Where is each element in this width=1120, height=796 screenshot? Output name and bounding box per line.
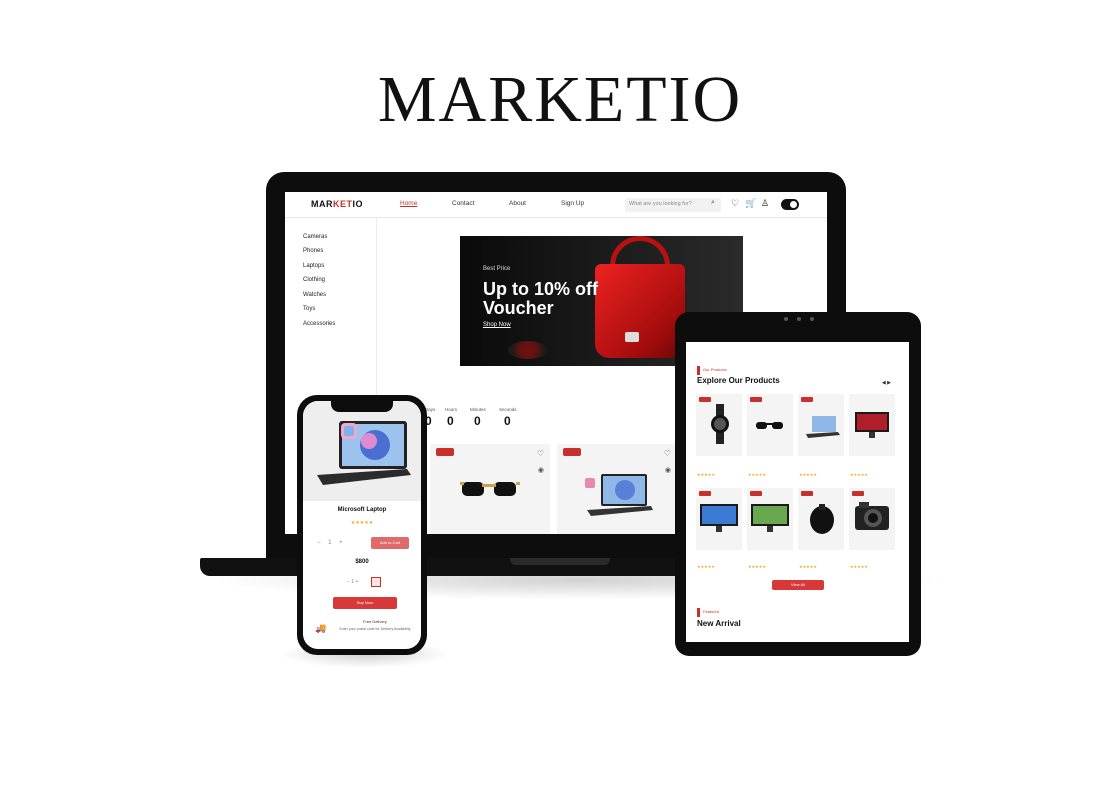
rating-stars: ★★★★★	[697, 564, 715, 569]
tablet-screen: Our Products Explore Our Products ◀ ▶ ★★…	[686, 342, 909, 642]
heart-icon[interactable]: ♡	[731, 198, 739, 209]
hero-headline: Up to 10% off Voucher	[483, 279, 598, 318]
category-item[interactable]: Phones	[303, 248, 323, 254]
discount-badge	[750, 491, 762, 496]
product-card[interactable]: ♡ ◉	[557, 444, 677, 534]
delivery-title: Free Delivery	[363, 619, 387, 624]
section-tag: Our Products	[703, 367, 727, 372]
rating-stars: ★★★★★	[748, 564, 766, 569]
product-card[interactable]	[696, 488, 742, 550]
theme-toggle[interactable]	[781, 199, 799, 210]
eye-icon[interactable]: ◉	[665, 466, 671, 474]
product-card[interactable]	[696, 394, 742, 456]
monitor-image	[751, 504, 789, 532]
nav-link-contact[interactable]: Contact	[452, 200, 474, 207]
phone-notch	[331, 401, 393, 412]
add-to-cart-button[interactable]: Add to Cart	[371, 537, 409, 549]
hero-eyebrow: Best Price	[483, 266, 511, 272]
category-item[interactable]: Laptops	[303, 263, 324, 269]
discount-badge	[750, 397, 762, 402]
monitor-image	[700, 504, 738, 532]
phone-screen: Microsoft Laptop ★★★★★ − 1 + Add to Cart…	[303, 401, 421, 649]
product-card[interactable]	[798, 394, 844, 456]
section-tag-marker	[697, 608, 700, 617]
discount-badge	[801, 491, 813, 496]
heart-icon[interactable]: ♡	[664, 449, 671, 458]
mockup-stage: MARKETIO MARKETIO Home Contact About Sig…	[0, 0, 1120, 796]
product-card[interactable]	[849, 488, 895, 550]
rating-stars: ★★★★★	[350, 520, 374, 526]
jacket-image	[810, 504, 834, 534]
monitor-image	[855, 412, 889, 438]
section-title: Explore Our Products	[697, 376, 780, 385]
quantity-stepper[interactable]: − 1 +	[317, 540, 346, 546]
product-card[interactable]	[849, 394, 895, 456]
product-card[interactable]	[747, 488, 793, 550]
view-all-button[interactable]: View All	[772, 580, 824, 590]
category-item[interactable]: Toys	[303, 306, 315, 312]
top-nav: MARKETIO Home Contact About Sign Up What…	[285, 192, 827, 218]
bag-clasp-image	[625, 332, 639, 342]
category-item[interactable]: Watches	[303, 292, 326, 298]
product-card[interactable]	[747, 394, 793, 456]
product-price: $800	[355, 559, 369, 565]
truck-icon: 🚚	[315, 623, 327, 633]
section-tag-marker	[697, 366, 700, 375]
laptop-product-image	[585, 474, 653, 516]
rating-stars: ★★★★★	[799, 472, 817, 477]
site-logo[interactable]: MARKETIO	[311, 199, 363, 209]
laptop-notch	[510, 558, 610, 565]
search-icon[interactable]: ⌕	[711, 199, 715, 207]
category-item[interactable]: Clothing	[303, 277, 325, 283]
product-image-area	[303, 401, 421, 501]
cart-icon[interactable]: 🛒	[745, 198, 756, 209]
nav-link-home[interactable]: Home	[400, 200, 417, 207]
nav-link-about[interactable]: About	[509, 200, 526, 207]
mask-image	[508, 341, 548, 359]
rating-stars: ★★★★★	[850, 564, 868, 569]
discount-badge	[801, 397, 813, 402]
discount-badge	[563, 448, 581, 456]
tablet-camera	[784, 317, 814, 322]
countdown-label: Hours	[445, 407, 458, 412]
discount-badge	[699, 491, 711, 496]
size-selector[interactable]: − 1 +	[347, 579, 358, 585]
section-tag: Featured	[703, 609, 720, 614]
product-card[interactable]	[798, 488, 844, 550]
watch-image	[711, 404, 729, 444]
sunglasses-image	[756, 422, 783, 429]
carousel-arrows[interactable]: ◀ ▶	[882, 380, 891, 386]
delivery-text[interactable]: Enter your postal code for Delivery Avai…	[339, 627, 411, 632]
rating-stars: ★★★★★	[850, 472, 868, 477]
countdown-minutes: 0	[474, 414, 481, 428]
discount-badge	[852, 491, 864, 496]
sunglasses-image	[460, 482, 520, 496]
category-item[interactable]: Cameras	[303, 234, 327, 240]
user-icon[interactable]: ♙	[761, 198, 769, 209]
heart-icon[interactable]: ♡	[537, 449, 544, 458]
rating-stars: ★★★★★	[799, 564, 817, 569]
nav-link-signup[interactable]: Sign Up	[561, 200, 584, 207]
laptop-product-image	[317, 421, 411, 485]
buy-now-button[interactable]: Buy Now	[333, 597, 397, 609]
section-title: New Arrival	[697, 619, 741, 628]
camera-image	[855, 502, 889, 530]
eye-icon[interactable]: ◉	[538, 466, 544, 474]
shop-now-link[interactable]: Shop Now	[483, 322, 511, 328]
product-card[interactable]: ♡ ◉	[430, 444, 550, 534]
countdown-seconds: 0	[504, 414, 511, 428]
countdown-label: Minutes	[470, 407, 486, 412]
heart-toggle[interactable]	[371, 577, 381, 587]
laptop-product-image	[806, 416, 840, 438]
countdown-label: Seconds	[499, 407, 517, 412]
product-title: Microsoft Laptop	[337, 507, 387, 513]
countdown-hours: 0	[447, 414, 454, 428]
category-item[interactable]: Accessories	[303, 321, 335, 327]
rating-stars: ★★★★★	[748, 472, 766, 477]
rating-stars: ★★★★★	[697, 472, 715, 477]
discount-badge	[436, 448, 454, 456]
brand-title: MARKETIO	[377, 63, 743, 136]
discount-badge	[699, 397, 711, 402]
search-input[interactable]: What are you looking for?	[625, 198, 721, 212]
